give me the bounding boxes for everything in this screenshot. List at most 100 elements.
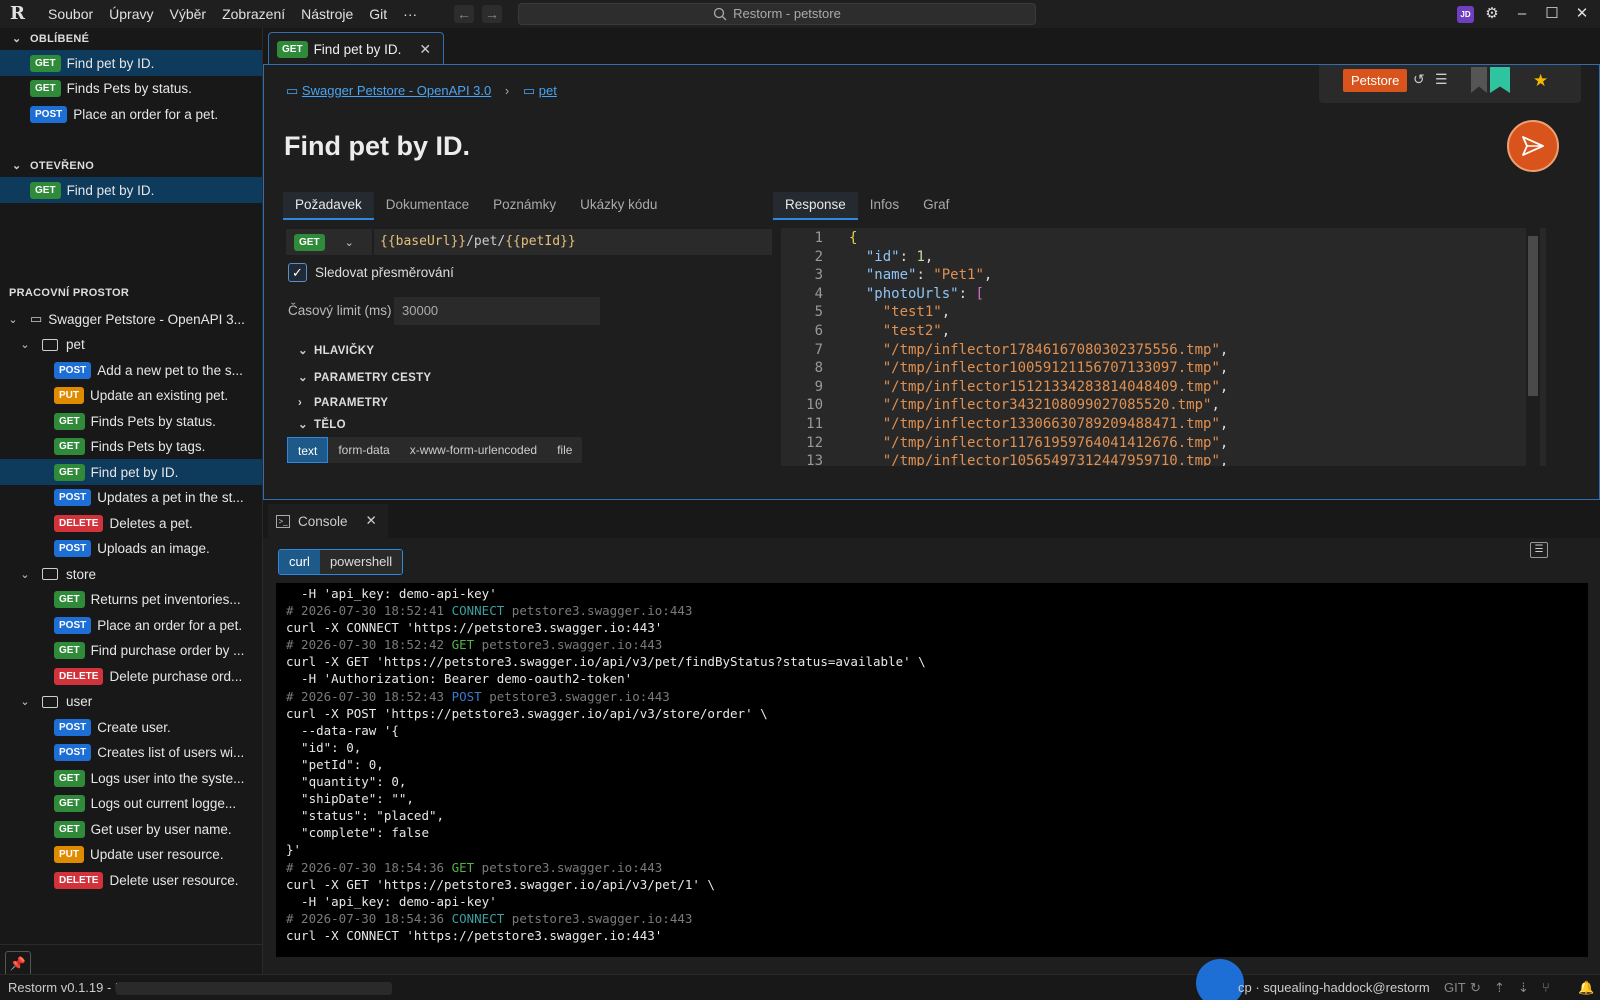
close-tab-icon[interactable]: ✕: [419, 41, 431, 58]
upload-icon[interactable]: ⇡: [1494, 975, 1505, 1000]
section-header[interactable]: ⌄ OTEVŘENO: [0, 155, 263, 177]
console-tab[interactable]: >_ Console ✕: [268, 504, 388, 538]
method-select[interactable]: GET ⌄: [286, 229, 372, 255]
section-label: PARAMETRY CESTY: [314, 372, 432, 384]
close-tab-icon[interactable]: ✕: [366, 513, 377, 529]
search-input[interactable]: Restorm - petstore: [518, 3, 1036, 25]
request-item[interactable]: GET Find purchase order by ...: [0, 638, 262, 664]
clear-console-icon[interactable]: ☰: [1530, 542, 1548, 558]
forward-arrow-icon[interactable]: →: [482, 5, 502, 23]
body-type-option[interactable]: file: [547, 437, 582, 463]
breadcrumb-folder[interactable]: pet: [539, 83, 557, 98]
menu-item[interactable]: Zobrazení: [214, 0, 293, 28]
list-icon[interactable]: ☰: [1435, 71, 1448, 88]
request-item[interactable]: GET Finds Pets by tags.: [0, 434, 262, 460]
section-toggle[interactable]: ⌄ HLAVIČKY: [298, 343, 374, 357]
section-header[interactable]: PRACOVNÍ PROSTOR: [0, 282, 263, 304]
request-item[interactable]: GET Returns pet inventories...: [0, 587, 262, 613]
terminal-icon: >_: [276, 514, 290, 528]
avatar[interactable]: JD: [1457, 6, 1474, 23]
shell-powershell[interactable]: powershell: [319, 550, 403, 574]
body-type-option[interactable]: text: [287, 437, 329, 463]
response-tab[interactable]: Response: [773, 192, 858, 220]
section-toggle[interactable]: › PARAMETRY: [298, 397, 388, 409]
request-item[interactable]: GET Logs out current logge...: [0, 791, 262, 817]
request-item[interactable]: PUT Update user resource.: [0, 842, 262, 868]
menu-item[interactable]: ···: [395, 0, 425, 28]
request-item[interactable]: GET Finds Pets by status.: [0, 408, 262, 434]
back-arrow-icon[interactable]: ←: [454, 5, 474, 23]
section-toggle[interactable]: ⌄ TĚLO: [298, 417, 346, 431]
send-button[interactable]: [1507, 120, 1559, 172]
code-text: "test1",: [882, 304, 951, 321]
request-item[interactable]: GET Find pet by ID.: [0, 459, 262, 485]
shell-curl[interactable]: curl: [279, 550, 320, 574]
minimize-icon[interactable]: –: [1512, 4, 1532, 24]
menu-item[interactable]: Výběr: [162, 0, 215, 28]
menu-item[interactable]: Git: [361, 0, 395, 28]
menu-item[interactable]: Nástroje: [293, 0, 361, 28]
line-number: 13: [806, 453, 823, 466]
request-tab[interactable]: Požadavek: [283, 192, 374, 220]
refresh-icon[interactable]: ↻: [1470, 975, 1481, 1000]
request-tab[interactable]: Poznámky: [481, 192, 568, 220]
request-item[interactable]: GET Finds Pets by status.: [0, 76, 262, 102]
request-item[interactable]: POST Creates list of users wi...: [0, 740, 262, 766]
bookmark-add-icon[interactable]: [1471, 67, 1487, 93]
request-label: Add a new pet to the s...: [97, 362, 243, 378]
history-icon[interactable]: ↺: [1413, 71, 1425, 88]
scrollbar-thumb[interactable]: [1528, 236, 1538, 396]
line-number: 8: [814, 360, 823, 377]
menu-item[interactable]: Soubor: [40, 0, 101, 28]
editor-tab[interactable]: GET Find pet by ID. ✕: [268, 32, 444, 65]
menu-item[interactable]: Úpravy: [101, 0, 161, 28]
request-item[interactable]: DELETE Delete user resource.: [0, 867, 262, 893]
folder-item[interactable]: ⌄ pet: [0, 332, 262, 358]
request-item[interactable]: DELETE Delete purchase ord...: [0, 663, 262, 689]
section-header[interactable]: ⌄ OBLÍBENÉ: [0, 28, 263, 50]
close-icon[interactable]: ✕: [1572, 4, 1592, 24]
response-viewer[interactable]: 1{2 "id": 1, 3 "name": "Pet1", 4 "photoUrl…: [781, 228, 1546, 466]
branch-icon[interactable]: ⑂: [1542, 975, 1550, 1000]
request-item[interactable]: GET Find pet by ID.: [0, 50, 262, 76]
url-input[interactable]: {{baseUrl}}/pet/{{petId}}: [374, 229, 772, 255]
folder-item[interactable]: ⌄ store: [0, 561, 262, 587]
request-item[interactable]: POST Create user.: [0, 714, 262, 740]
request-tab[interactable]: Dokumentace: [374, 192, 481, 220]
workspace-button[interactable]: Petstore: [1343, 69, 1408, 92]
body-type-option[interactable]: form-data: [328, 437, 399, 463]
response-tab[interactable]: Graf: [911, 192, 961, 220]
request-tab[interactable]: Ukázky kódu: [568, 192, 669, 220]
bell-icon[interactable]: 🔔: [1578, 975, 1594, 1000]
timeout-input[interactable]: 30000: [394, 297, 600, 325]
request-item[interactable]: POST Place an order for a pet.: [0, 101, 262, 127]
gear-icon[interactable]: ⚙: [1482, 4, 1502, 24]
window-title: Restorm - petstore: [733, 6, 841, 21]
folder-item[interactable]: ⌄ user: [0, 689, 262, 715]
console-tab-label: Console: [298, 513, 348, 529]
body-type-option[interactable]: x-www-form-urlencoded: [400, 437, 547, 463]
request-item[interactable]: GET Logs user into the syste...: [0, 765, 262, 791]
request-item[interactable]: DELETE Deletes a pet.: [0, 510, 262, 536]
request-item[interactable]: GET Find pet by ID.: [0, 177, 262, 203]
code-text: "id": 1,: [865, 248, 934, 265]
request-item[interactable]: GET Get user by user name.: [0, 816, 262, 842]
follow-redirects-checkbox[interactable]: ✓ Sledovat přesměrování: [288, 263, 454, 282]
request-item[interactable]: POST Place an order for a pet.: [0, 612, 262, 638]
collection-root[interactable]: ⌄ ▭ Swagger Petstore - OpenAPI 3...: [0, 306, 262, 332]
request-item[interactable]: PUT Update an existing pet.: [0, 383, 262, 409]
breadcrumb-collection[interactable]: Swagger Petstore - OpenAPI 3.0: [302, 83, 491, 98]
console-output[interactable]: -H 'api_key: demo-api-key' # 2026-07-30 1…: [276, 583, 1588, 957]
maximize-icon[interactable]: ☐: [1542, 4, 1562, 24]
mcp-button[interactable]: [1196, 959, 1244, 1000]
user-label[interactable]: cp · squealing-haddock@restorm: [1238, 975, 1430, 1000]
request-item[interactable]: POST Updates a pet in the st...: [0, 485, 262, 511]
download-icon[interactable]: ⇣: [1518, 975, 1529, 1000]
response-tab[interactable]: Infos: [858, 192, 911, 220]
chevron-down-icon: ⌄: [12, 33, 22, 45]
section-toggle[interactable]: ⌄ PARAMETRY CESTY: [298, 370, 431, 384]
bookmark-icon[interactable]: [1490, 67, 1510, 93]
request-item[interactable]: POST Uploads an image.: [0, 536, 262, 562]
star-icon[interactable]: ★: [1533, 71, 1548, 91]
request-item[interactable]: POST Add a new pet to the s...: [0, 357, 262, 383]
